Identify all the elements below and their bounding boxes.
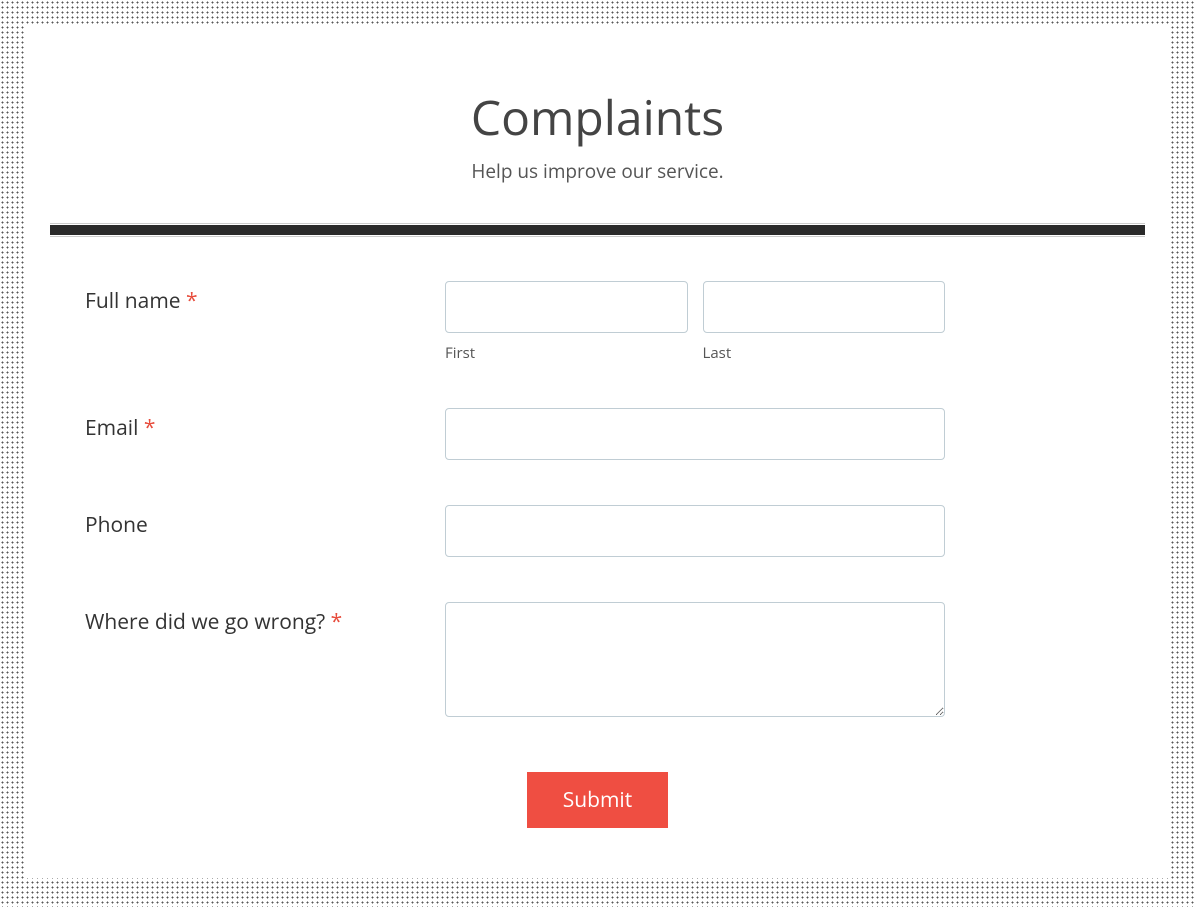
required-asterisk: *	[331, 608, 343, 636]
first-name-input[interactable]	[445, 281, 688, 333]
complaint-label: Where did we go wrong? *	[85, 608, 342, 636]
last-name-group: Last	[703, 281, 946, 363]
full-name-label: Full name *	[85, 287, 198, 315]
phone-label: Phone	[85, 511, 148, 539]
complaint-row: Where did we go wrong? *	[85, 602, 1110, 722]
email-label-col: Email *	[85, 408, 445, 442]
complaint-form-card: Complaints Help us improve our service. …	[25, 25, 1170, 878]
last-name-sublabel: Last	[703, 343, 946, 363]
phone-label-col: Phone	[85, 505, 445, 539]
form-title: Complaints	[50, 85, 1145, 150]
phone-input-col	[445, 505, 945, 557]
complaint-label-col: Where did we go wrong? *	[85, 602, 445, 636]
first-name-sublabel: First	[445, 343, 688, 363]
form-body: Full name * First Last Email *	[50, 281, 1145, 828]
email-label: Email *	[85, 414, 155, 442]
email-input-col	[445, 408, 945, 460]
last-name-input[interactable]	[703, 281, 946, 333]
full-name-label-col: Full name *	[85, 281, 445, 315]
email-row: Email *	[85, 408, 1110, 460]
submit-button[interactable]: Submit	[527, 772, 668, 828]
form-header: Complaints Help us improve our service.	[50, 85, 1145, 184]
complaint-input-col	[445, 602, 945, 722]
email-input[interactable]	[445, 408, 945, 460]
required-asterisk: *	[144, 414, 156, 442]
phone-input[interactable]	[445, 505, 945, 557]
phone-row: Phone	[85, 505, 1110, 557]
header-divider	[50, 224, 1145, 236]
name-inputs-group: First Last	[445, 281, 945, 363]
form-subtitle: Help us improve our service.	[50, 158, 1145, 184]
complaint-textarea[interactable]	[445, 602, 945, 717]
submit-row: Submit	[85, 772, 1110, 828]
full-name-row: Full name * First Last	[85, 281, 1110, 363]
first-name-group: First	[445, 281, 688, 363]
required-asterisk: *	[186, 287, 198, 315]
full-name-input-col: First Last	[445, 281, 945, 363]
